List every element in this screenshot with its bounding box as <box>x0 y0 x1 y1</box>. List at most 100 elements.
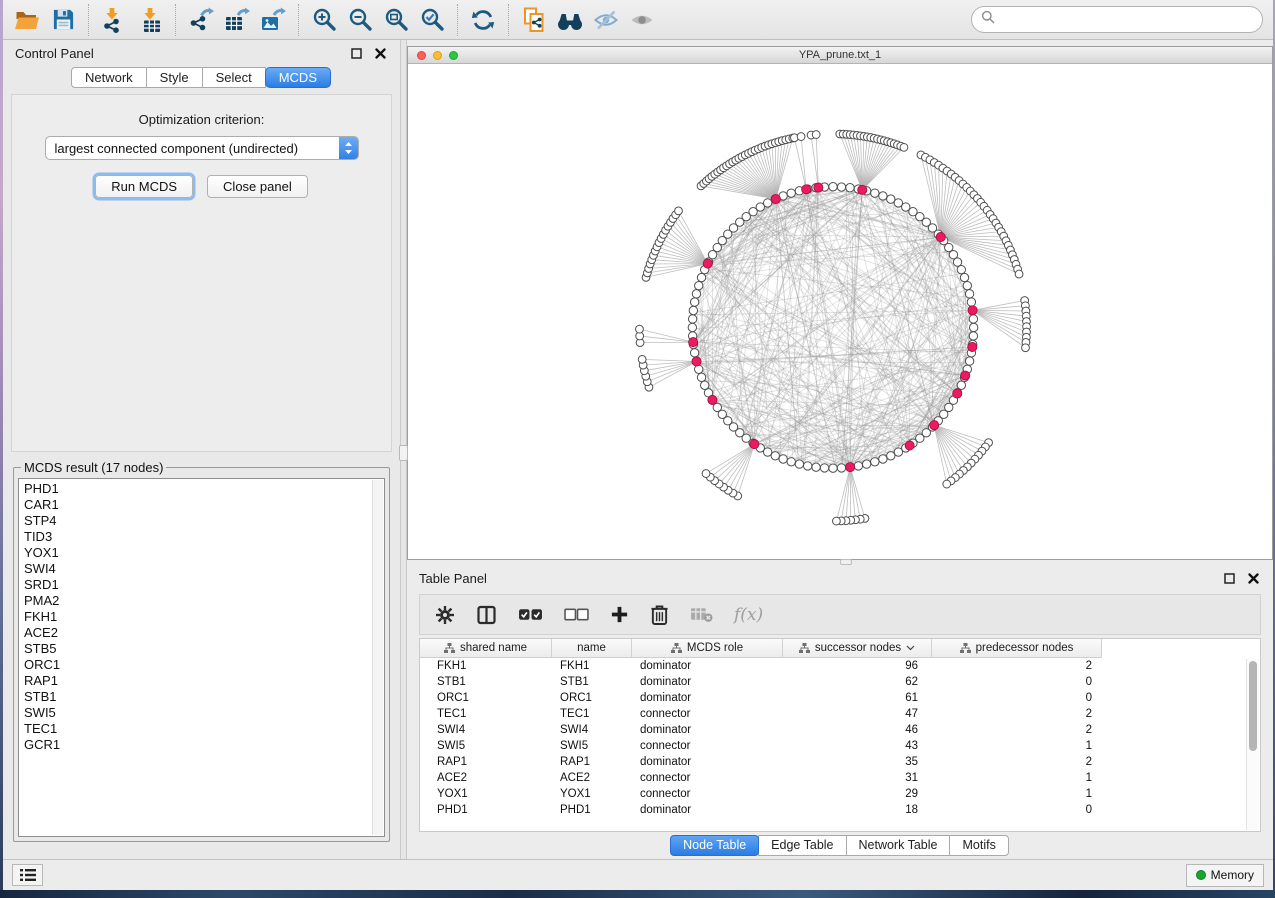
network-canvas[interactable] <box>408 64 1272 559</box>
sort-chevron-icon[interactable] <box>906 645 915 651</box>
cell-mcds-role: dominator <box>632 690 783 706</box>
add-column-icon[interactable] <box>610 605 629 624</box>
mcds-result-item[interactable]: ORC1 <box>19 657 384 673</box>
mcds-result-item[interactable]: CAR1 <box>19 497 384 513</box>
zoom-fit-icon[interactable] <box>378 4 414 36</box>
hide-selected-eye-icon[interactable] <box>588 4 624 36</box>
table-row[interactable]: STB1STB1dominator620 <box>420 674 1260 690</box>
criterion-dropdown[interactable]: largest connected component (undirected) <box>45 136 359 160</box>
table-row[interactable]: TEC1TEC1connector472 <box>420 706 1260 722</box>
mcds-result-item[interactable]: SWI5 <box>19 705 384 721</box>
mcds-result-item[interactable]: RAP1 <box>19 673 384 689</box>
search-input[interactable] <box>1000 10 1262 30</box>
column-settings-gear-icon[interactable] <box>435 605 455 625</box>
refresh-icon[interactable] <box>465 4 501 36</box>
cell-name: ORC1 <box>552 690 632 706</box>
cell-name: YOX1 <box>552 786 632 802</box>
vertical-splitter[interactable] <box>400 40 407 859</box>
table-row[interactable]: FKH1FKH1dominator962 <box>420 658 1260 674</box>
maximize-window-icon[interactable] <box>449 51 458 60</box>
mcds-result-item[interactable]: YOX1 <box>19 545 384 561</box>
table-row[interactable]: SWI5SWI5connector431 <box>420 738 1260 754</box>
column-header-successor-nodes[interactable]: successor nodes <box>783 639 932 658</box>
cell-name: ACE2 <box>552 770 632 786</box>
import-table-icon[interactable] <box>132 4 168 36</box>
table-row[interactable]: RAP1RAP1dominator352 <box>420 754 1260 770</box>
float-window-icon[interactable] <box>1221 570 1237 586</box>
network-view-titlebar[interactable]: YPA_prune.txt_1 <box>408 47 1272 64</box>
table-row[interactable]: YOX1YOX1connector291 <box>420 786 1260 802</box>
table-row[interactable]: PHD1PHD1dominator180 <box>420 802 1260 818</box>
mcds-result-list[interactable]: PHD1CAR1STP4TID3YOX1SWI4SRD1PMA2FKH1ACE2… <box>18 478 385 837</box>
save-session-icon[interactable] <box>45 4 81 36</box>
zoom-in-icon[interactable] <box>306 4 342 36</box>
select-all-icon[interactable] <box>518 607 543 622</box>
close-panel-icon[interactable] <box>1245 570 1261 586</box>
close-window-icon[interactable] <box>417 51 426 60</box>
global-search[interactable] <box>971 6 1263 33</box>
clone-network-icon[interactable] <box>516 4 552 36</box>
tab-select[interactable]: Select <box>202 67 266 88</box>
list-scrollbar[interactable] <box>372 480 383 835</box>
mcds-result-item[interactable]: SWI4 <box>19 561 384 577</box>
table-row[interactable]: SWI4SWI4dominator462 <box>420 722 1260 738</box>
delete-table-disabled-icon <box>690 606 713 623</box>
run-mcds-button[interactable]: Run MCDS <box>95 175 193 198</box>
tab-network[interactable]: Network <box>71 67 147 88</box>
memory-button[interactable]: Memory <box>1186 864 1264 887</box>
table-panel-title: Table Panel <box>419 571 487 586</box>
cell-predecessor-nodes: 1 <box>932 738 1102 754</box>
toolbar-separator <box>457 4 458 36</box>
mcds-result-item[interactable]: TID3 <box>19 529 384 545</box>
toolbar-separator <box>88 4 89 36</box>
close-panel-icon[interactable] <box>372 45 388 61</box>
minimize-window-icon[interactable] <box>433 51 442 60</box>
column-header-label: predecessor nodes <box>976 642 1074 654</box>
unselect-all-icon[interactable] <box>564 607 589 622</box>
tab-motifs[interactable]: Motifs <box>949 835 1008 856</box>
import-network-icon[interactable] <box>96 4 132 36</box>
tab-network-table[interactable]: Network Table <box>846 835 951 856</box>
table-row[interactable]: ACE2ACE2connector311 <box>420 770 1260 786</box>
mcds-result-item[interactable]: GCR1 <box>19 737 384 753</box>
mcds-result-item[interactable]: STB1 <box>19 689 384 705</box>
horizontal-splitter[interactable] <box>407 560 1273 565</box>
tab-style[interactable]: Style <box>146 67 203 88</box>
tab-node-table[interactable]: Node Table <box>670 835 759 856</box>
close-panel-button[interactable]: Close panel <box>207 175 308 198</box>
column-header-shared-name[interactable]: shared name <box>420 639 552 658</box>
tab-edge-table[interactable]: Edge Table <box>758 835 846 856</box>
column-header-predecessor-nodes[interactable]: predecessor nodes <box>932 639 1102 658</box>
dropdown-stepper-icon[interactable] <box>339 136 358 160</box>
export-image-icon[interactable] <box>255 4 291 36</box>
mcds-result-item[interactable]: FKH1 <box>19 609 384 625</box>
show-all-eye-icon <box>624 4 660 36</box>
splitter-grip[interactable] <box>840 559 852 565</box>
float-window-icon[interactable] <box>348 45 364 61</box>
mcds-result-item[interactable]: PHD1 <box>19 481 384 497</box>
scrollbar-thumb[interactable] <box>1249 661 1257 751</box>
task-history-button[interactable] <box>12 864 43 886</box>
tab-mcds[interactable]: MCDS <box>265 67 331 88</box>
split-view-icon[interactable] <box>476 605 497 625</box>
mcds-result-item[interactable]: TEC1 <box>19 721 384 737</box>
mcds-result-item[interactable]: STB5 <box>19 641 384 657</box>
cell-mcds-role: connector <box>632 786 783 802</box>
zoom-out-icon[interactable] <box>342 4 378 36</box>
toolbar-separator <box>508 4 509 36</box>
mcds-result-item[interactable]: SRD1 <box>19 577 384 593</box>
splitter-grip[interactable] <box>399 445 408 461</box>
search-binoculars-icon[interactable] <box>552 4 588 36</box>
column-header-mcds-role[interactable]: MCDS role <box>632 639 783 658</box>
delete-column-trash-icon[interactable] <box>650 604 669 625</box>
table-scrollbar[interactable] <box>1246 659 1259 830</box>
export-network-icon[interactable] <box>183 4 219 36</box>
mcds-result-item[interactable]: STP4 <box>19 513 384 529</box>
open-file-icon[interactable] <box>9 4 45 36</box>
export-table-icon[interactable] <box>219 4 255 36</box>
table-row[interactable]: ORC1ORC1dominator610 <box>420 690 1260 706</box>
zoom-selected-icon[interactable] <box>414 4 450 36</box>
mcds-result-item[interactable]: PMA2 <box>19 593 384 609</box>
column-header-name[interactable]: name <box>552 639 632 658</box>
mcds-result-item[interactable]: ACE2 <box>19 625 384 641</box>
